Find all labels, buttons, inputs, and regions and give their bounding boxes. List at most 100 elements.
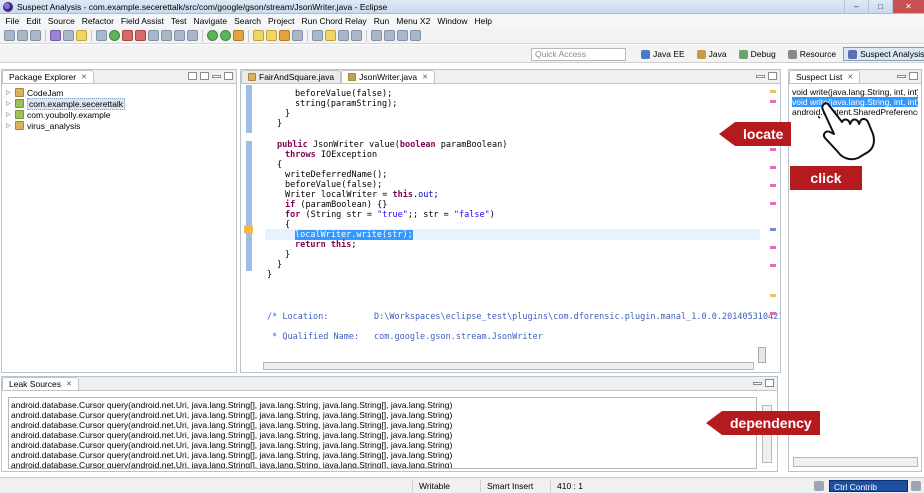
link-editor-icon[interactable]: [200, 72, 209, 80]
quick-access-input[interactable]: Quick Access: [531, 48, 626, 61]
ruler-marker[interactable]: [770, 202, 776, 205]
minimize-view-icon[interactable]: [212, 75, 221, 78]
search-icon[interactable]: [63, 30, 74, 41]
close-button[interactable]: ✕: [892, 0, 924, 13]
close-icon[interactable]: ✕: [81, 73, 87, 81]
perspective-debug[interactable]: Debug: [734, 47, 781, 61]
run-icon[interactable]: [220, 30, 231, 41]
menu-window[interactable]: Window: [434, 16, 471, 26]
minimize-view-icon[interactable]: [756, 75, 765, 78]
tab-jsonwriter[interactable]: JsonWriter.java ✕: [341, 70, 435, 83]
menu-refactor[interactable]: Refactor: [78, 16, 117, 26]
suspect-list-item[interactable]: void write(java.lang.String, int, int): [792, 87, 918, 97]
menu-search[interactable]: Search: [231, 16, 265, 26]
expand-icon[interactable]: ▷: [6, 111, 12, 118]
ruler-marker[interactable]: [770, 166, 776, 169]
close-icon[interactable]: ✕: [66, 380, 72, 388]
ruler-marker[interactable]: [770, 294, 776, 297]
forward-icon[interactable]: [410, 30, 421, 41]
status-progress[interactable]: Ctrl Contrib (Bottom): [829, 480, 908, 492]
new-icon[interactable]: [4, 30, 15, 41]
vertical-scrollbar[interactable]: [758, 347, 766, 363]
perspective-resource[interactable]: Resource: [783, 47, 841, 61]
maximize-view-icon[interactable]: [909, 72, 918, 80]
next-annotation-icon[interactable]: [371, 30, 382, 41]
leak-source-row[interactable]: android.database.Cursor query(android.ne…: [11, 450, 754, 460]
close-icon[interactable]: ✕: [422, 73, 428, 81]
ruler-marker[interactable]: [770, 148, 776, 151]
minimize-view-icon[interactable]: [753, 382, 762, 385]
leak-source-row[interactable]: android.database.Cursor query(android.ne…: [11, 460, 754, 468]
ruler-marker[interactable]: [770, 264, 776, 267]
menu-menu-x2[interactable]: Menu X2: [393, 16, 434, 26]
menu-run[interactable]: Run: [370, 16, 393, 26]
tree-item-codejam[interactable]: ▷ CodeJam: [6, 87, 232, 98]
horizontal-scrollbar[interactable]: [793, 457, 918, 467]
tree-item-secerettalk[interactable]: ▷ com.example.secerettalk: [6, 97, 232, 110]
menu-navigate[interactable]: Navigate: [190, 16, 231, 26]
debug-icon[interactable]: [207, 30, 218, 41]
expand-icon[interactable]: ▷: [6, 100, 12, 107]
toggle-block-selection-icon[interactable]: [351, 30, 362, 41]
menu-field-assist[interactable]: Field Assist: [117, 16, 167, 26]
open-task-icon[interactable]: [292, 30, 303, 41]
tab-leak-sources[interactable]: Leak Sources ✕: [2, 377, 79, 390]
external-tools-icon[interactable]: [233, 30, 244, 41]
previous-annotation-icon[interactable]: [384, 30, 395, 41]
progress-icon[interactable]: [814, 481, 824, 491]
perspective-java[interactable]: Java: [692, 47, 732, 61]
menu-project[interactable]: Project: [265, 16, 298, 26]
ruler-marker[interactable]: [770, 312, 776, 315]
menu-test[interactable]: Test: [167, 16, 190, 26]
skip-breakpoints-icon[interactable]: [96, 30, 107, 41]
tree-item-virus-analysis[interactable]: ▷ virus_analysis: [6, 120, 232, 131]
selected-code[interactable]: localWriter.write(str);: [295, 230, 413, 240]
resume-icon[interactable]: [109, 30, 120, 41]
leak-source-row[interactable]: android.database.Cursor query(android.ne…: [11, 410, 754, 420]
save-all-icon[interactable]: [30, 30, 41, 41]
mark-occurrences-icon[interactable]: [312, 30, 323, 41]
tab-suspect-list[interactable]: Suspect List ✕: [789, 70, 861, 83]
leak-source-row[interactable]: android.database.Cursor query(android.ne…: [11, 420, 754, 430]
suspend-icon[interactable]: [122, 30, 133, 41]
step-return-icon[interactable]: [187, 30, 198, 41]
step-into-icon[interactable]: [161, 30, 172, 41]
minimize-view-icon[interactable]: [897, 75, 906, 78]
menu-file[interactable]: File: [2, 16, 23, 26]
new-class-icon[interactable]: [279, 30, 290, 41]
close-icon[interactable]: ✕: [847, 73, 853, 81]
open-type-icon[interactable]: [76, 30, 87, 41]
new-package-icon[interactable]: [266, 30, 277, 41]
ruler-marker[interactable]: [770, 100, 776, 103]
horizontal-scrollbar[interactable]: [263, 362, 754, 370]
show-whitespace-icon[interactable]: [338, 30, 349, 41]
save-icon[interactable]: [17, 30, 28, 41]
collapse-all-icon[interactable]: [188, 72, 197, 80]
disconnect-icon[interactable]: [148, 30, 159, 41]
minimize-button[interactable]: ‒: [844, 0, 868, 13]
menu-run-chord-relay[interactable]: Run Chord Relay: [298, 16, 370, 26]
leak-source-row[interactable]: android.database.Cursor query(android.ne…: [11, 400, 754, 410]
highlight-icon[interactable]: [325, 30, 336, 41]
ruler-marker[interactable]: [770, 90, 776, 93]
menu-help[interactable]: Help: [471, 16, 495, 26]
back-icon[interactable]: [397, 30, 408, 41]
tree-item-youbolly[interactable]: ▷ com.youbolly.example: [6, 109, 232, 120]
ruler-marker[interactable]: [770, 228, 776, 231]
menu-source[interactable]: Source: [44, 16, 78, 26]
maximize-view-icon[interactable]: [768, 72, 777, 80]
ruler-marker[interactable]: [770, 246, 776, 249]
code-editor[interactable]: beforeValue(false); string(paramString);…: [241, 85, 780, 372]
step-over-icon[interactable]: [174, 30, 185, 41]
expand-icon[interactable]: ▷: [6, 122, 12, 129]
tab-fairandsquare[interactable]: FairAndSquare.java: [241, 70, 342, 83]
leak-source-row[interactable]: android.database.Cursor query(android.ne…: [11, 430, 754, 440]
maximize-view-icon[interactable]: [224, 72, 233, 80]
menu-edit[interactable]: Edit: [23, 16, 45, 26]
perspective-java-ee[interactable]: Java EE: [636, 47, 690, 61]
warning-icon[interactable]: [244, 225, 253, 234]
maximize-button[interactable]: □: [868, 0, 892, 13]
new-java-project-icon[interactable]: [253, 30, 264, 41]
terminate-icon[interactable]: [135, 30, 146, 41]
print-icon[interactable]: [50, 30, 61, 41]
